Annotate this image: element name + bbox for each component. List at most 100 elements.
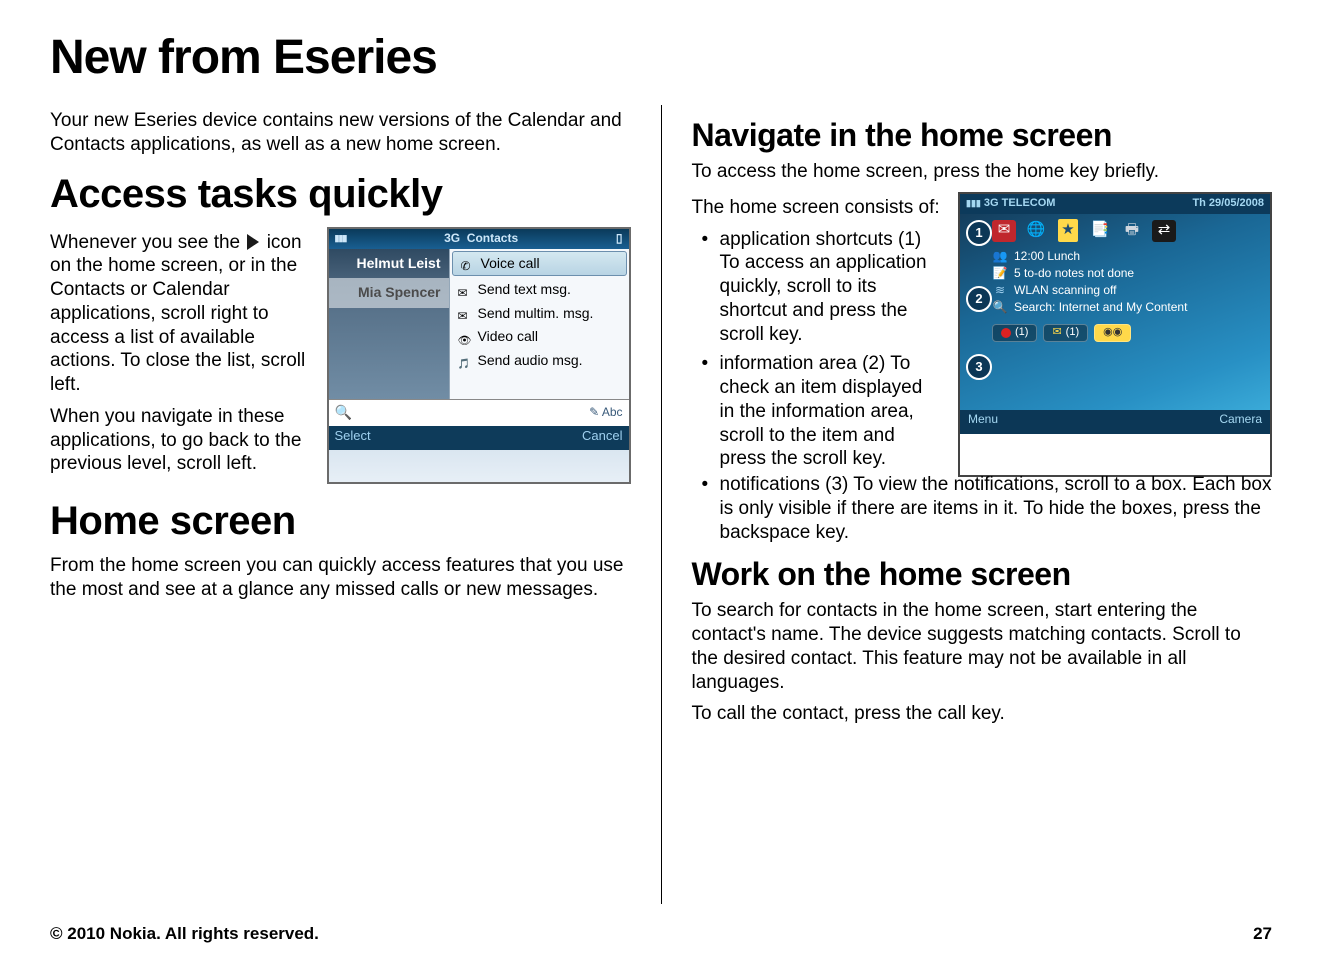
action-label: Send audio msg. xyxy=(478,352,583,370)
access-p2: When you navigate in these applications,… xyxy=(50,405,309,476)
missed-dot-icon xyxy=(1001,328,1011,338)
home-softkey-bar: Menu Camera xyxy=(960,410,1270,434)
action-label: Video call xyxy=(478,328,538,346)
signal-icon: ▮▮▮ xyxy=(966,198,981,208)
wlan-icon: ≋ xyxy=(992,283,1008,298)
input-mode-label: Abc xyxy=(602,405,623,419)
callout-1: 1 xyxy=(966,220,992,246)
softkey-bar: Select Cancel xyxy=(329,426,629,450)
intro-text: Your new Eseries device contains new ver… xyxy=(50,109,631,157)
missed-count: (1) xyxy=(1015,326,1028,340)
signal-icon: ▮▮▮ xyxy=(335,233,347,244)
notes-shortcut-icon[interactable]: 📑 xyxy=(1088,220,1112,242)
people-icon: 👥 xyxy=(992,249,1008,264)
home-heading: Home screen xyxy=(50,496,631,546)
content-columns: Your new Eseries device contains new ver… xyxy=(50,105,1272,904)
softkey-right[interactable]: Cancel xyxy=(582,428,622,448)
navigate-bullets-cont: notifications (3) To view the notificati… xyxy=(692,473,1273,544)
left-column: Your new Eseries device contains new ver… xyxy=(50,105,631,904)
home-phone-screenshot: ▮▮▮ 3G TELECOM Th 29/05/2008 1 2 3 ✉ 🌐 xyxy=(958,192,1272,477)
info-label: 5 to-do notes not done xyxy=(1014,266,1134,281)
navigate-lead: To access the home screen, press the hom… xyxy=(692,160,1273,184)
contacts-status-bar: ▮▮▮ 3G Contacts ▯ xyxy=(329,229,629,249)
bullet-shortcuts: application shortcuts (1) To access an a… xyxy=(692,228,941,347)
action-send-text[interactable]: Send text msg. xyxy=(450,278,629,302)
status-left: ▮▮▮ 3G TELECOM xyxy=(966,197,1055,211)
search-icon[interactable] xyxy=(335,404,352,422)
work-p1: To search for contacts in the home scree… xyxy=(692,599,1273,694)
globe-shortcut-icon[interactable]: 🌐 xyxy=(1024,220,1048,242)
action-video-call[interactable]: Video call xyxy=(450,325,629,349)
action-label: Send text msg. xyxy=(478,281,571,299)
access-text: Whenever you see the icon on the home sc… xyxy=(50,227,309,485)
msg-count: (1) xyxy=(1066,326,1079,340)
search-icon: 🔍 xyxy=(992,300,1008,315)
envelope-icon xyxy=(458,284,472,296)
contact-item-selected[interactable]: Helmut Leist xyxy=(329,249,449,279)
info-label: 12:00 Lunch xyxy=(1014,249,1080,264)
play-triangle-icon xyxy=(247,234,259,250)
status-carrier: TELECOM xyxy=(1002,197,1056,209)
battery-icon: ▯ xyxy=(616,231,623,246)
input-mode-indicator: ✎ Abc xyxy=(589,405,622,420)
page: New from Eseries Your new Eseries device… xyxy=(0,0,1322,954)
video-icon xyxy=(458,331,472,343)
callout-3: 3 xyxy=(966,354,992,380)
work-heading: Work on the home screen xyxy=(692,554,1273,594)
access-heading: Access tasks quickly xyxy=(50,169,631,219)
navigate-bullets: application shortcuts (1) To access an a… xyxy=(692,228,941,472)
page-footer: © 2010 Nokia. All rights reserved. 27 xyxy=(50,924,1272,944)
contacts-phone-screenshot: ▮▮▮ 3G Contacts ▯ Helmut Leist Mia Spenc… xyxy=(327,227,631,485)
status-date: Th 29/05/2008 xyxy=(1192,197,1264,211)
page-number: 27 xyxy=(1253,924,1272,944)
navigate-intro: The home screen consists of: xyxy=(692,196,941,220)
access-p1a: Whenever you see the xyxy=(50,232,240,253)
softkey-right[interactable]: Camera xyxy=(1219,412,1262,432)
status-net-value: 3G xyxy=(444,231,460,245)
right-column: Navigate in the home screen To access th… xyxy=(661,105,1273,904)
contacts-list: Helmut Leist Mia Spencer xyxy=(329,249,449,399)
action-voice-call[interactable]: Voice call xyxy=(452,251,627,277)
info-row-lunch[interactable]: 👥 12:00 Lunch xyxy=(992,248,1264,265)
info-label: WLAN scanning off xyxy=(1014,283,1117,298)
info-row-search[interactable]: 🔍 Search: Internet and My Content xyxy=(992,299,1264,316)
print-shortcut-icon[interactable]: 🖶 xyxy=(1120,220,1144,242)
info-row-todo[interactable]: 📝 5 to-do notes not done xyxy=(992,265,1264,282)
info-label: Search: Internet and My Content xyxy=(1014,300,1187,315)
bullet-notifications: notifications (3) To view the notificati… xyxy=(692,473,1273,544)
status-app-title: Contacts xyxy=(467,231,518,245)
home-body: 1 2 3 ✉ 🌐 📑 🖶 ⇄ 👥 xyxy=(960,214,1270,410)
navigate-heading: Navigate in the home screen xyxy=(692,115,1273,155)
page-title: New from Eseries xyxy=(50,30,1272,85)
status-net-label: 3G Contacts xyxy=(444,231,518,246)
access-p1b: icon on the home screen, or in the Conta… xyxy=(50,232,305,396)
action-send-multim[interactable]: Send multim. msg. xyxy=(450,302,629,326)
mail-shortcut-icon[interactable]: ✉ xyxy=(992,220,1016,242)
phone-icon xyxy=(461,257,475,269)
envelope-icon xyxy=(458,307,472,319)
info-row-wlan[interactable]: ≋ WLAN scanning off xyxy=(992,282,1264,299)
work-p2: To call the contact, press the call key. xyxy=(692,702,1273,726)
star-shortcut-icon[interactable] xyxy=(1056,220,1080,242)
navigate-split: The home screen consists of: application… xyxy=(692,192,1273,477)
message-box[interactable]: (1) xyxy=(1043,324,1088,342)
note-icon: 📝 xyxy=(992,266,1008,281)
access-split: Whenever you see the icon on the home sc… xyxy=(50,227,631,485)
copyright: © 2010 Nokia. All rights reserved. xyxy=(50,924,319,944)
navigate-text: The home screen consists of: application… xyxy=(692,192,941,477)
missed-call-box[interactable]: (1) xyxy=(992,324,1037,342)
contact-item[interactable]: Mia Spencer xyxy=(329,278,449,308)
swap-shortcut-icon[interactable]: ⇄ xyxy=(1152,220,1176,242)
softkey-left[interactable]: Menu xyxy=(968,412,998,432)
callout-2: 2 xyxy=(966,286,992,312)
search-row: ✎ Abc xyxy=(329,399,629,426)
softkey-left[interactable]: Select xyxy=(335,428,371,448)
home-p1: From the home screen you can quickly acc… xyxy=(50,554,631,602)
status-net: 3G xyxy=(984,197,999,209)
audio-icon xyxy=(458,354,472,366)
voicemail-box[interactable]: ◉◉ xyxy=(1094,324,1131,342)
access-p1: Whenever you see the icon on the home sc… xyxy=(50,231,309,397)
actions-menu: Voice call Send text msg. Send multim. m… xyxy=(449,249,629,399)
action-send-audio[interactable]: Send audio msg. xyxy=(450,349,629,373)
shortcut-row: ✉ 🌐 📑 🖶 ⇄ xyxy=(992,220,1264,242)
